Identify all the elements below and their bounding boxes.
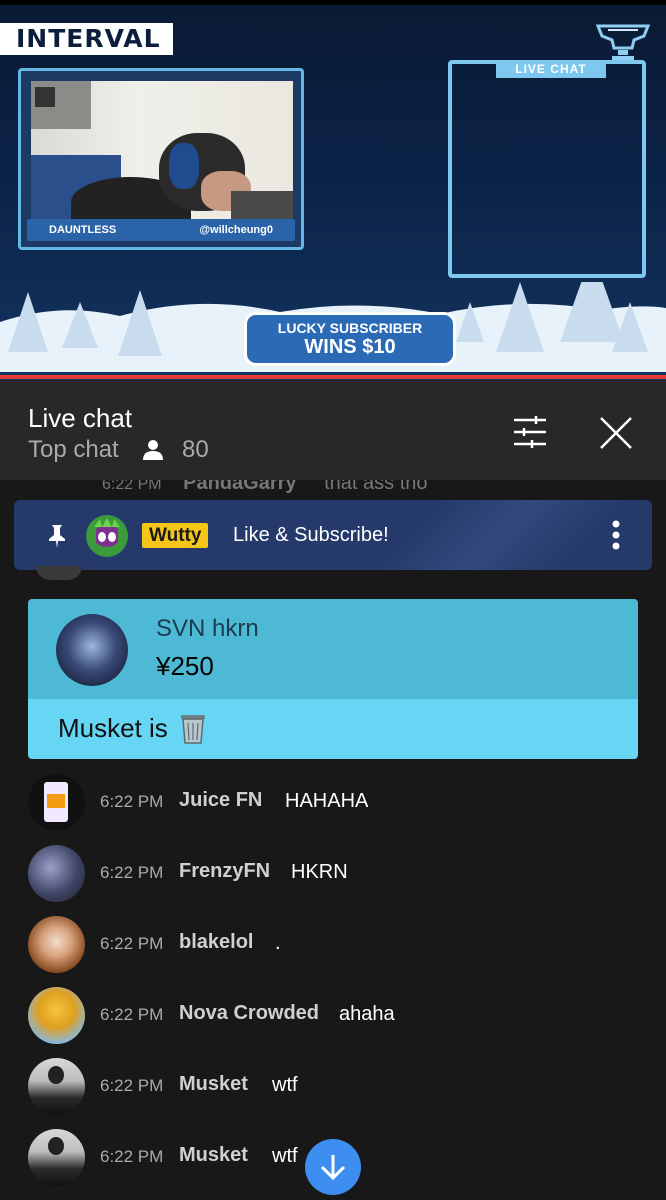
chat-message[interactable]: 6:22 PM FrenzyFN HKRN [0,843,666,903]
pin-icon [49,525,65,548]
viewer-count-value: 80 [182,436,209,463]
super-chat-message: Musket is [58,711,210,745]
super-chat-card[interactable]: SVN hkrn ¥250 Musket is [28,599,638,759]
arrow-down-icon [320,1155,346,1181]
partially-hidden-message: 6:22 PM PandaGarry that ass tho [28,480,428,495]
promo-line-1: LUCKY SUBSCRIBER [277,320,423,336]
message-time: 6:22 PM [100,792,164,811]
overlay-live-chat-label: LIVE CHAT [496,60,606,78]
message-author[interactable]: Musket [179,1144,248,1167]
pinned-message-text: Like & Subscribe! [233,524,389,546]
webcam-namebar: DAUNTLESS @willcheung0 [27,219,295,241]
musket-avatar [28,1058,85,1115]
chat-message[interactable]: 6:22 PM Nova Crowded ahaha [0,985,666,1045]
message-text: wtf [272,1145,298,1167]
person-icon [143,440,163,460]
video-player[interactable]: INTERVAL DAUNTLESS @willcheung0 LIVE CHA… [0,0,666,380]
video-progress-bar[interactable] [0,375,666,379]
message-author[interactable]: Musket [179,1073,248,1096]
wutty-cup-logo-icon [595,24,651,60]
tune-icon[interactable] [512,416,548,448]
scroll-to-bottom-button[interactable] [305,1139,361,1195]
message-time: 6:22 PM [100,863,164,882]
wutty-mascot-icon [94,518,120,547]
trash-can-icon [180,715,205,744]
promo-line-2: WINS $10 [304,336,396,358]
webcam-handle: @willcheung0 [199,224,273,236]
ghost-message: that ass tho [324,480,428,494]
super-chat-amount: ¥250 [156,651,214,681]
message-time: 6:22 PM [100,934,164,953]
ghost-author: PandaGarry [183,480,297,494]
message-text: ahaha [339,1003,395,1025]
super-chat-header: SVN hkrn ¥250 [28,599,638,699]
message-text: wtf [272,1074,298,1096]
chat-message[interactable]: 6:22 PM blakelol . [0,914,666,974]
chat-mode-selector[interactable]: Top chat [28,436,119,464]
viewer-count: 80 [142,436,209,464]
video-progress-fill [0,375,666,379]
message-author[interactable]: FrenzyFN [179,860,270,883]
super-chat-message-text: Musket is [58,712,168,743]
lucky-subscriber-banner: LUCKY SUBSCRIBER WINS $10 [244,312,456,366]
close-icon[interactable] [599,416,633,450]
super-chat-body: Musket is [28,699,638,759]
message-time: 6:22 PM [100,1005,164,1024]
webcam-feed [31,81,293,221]
wutty-owner-badge[interactable]: Wutty [142,523,209,548]
blakelol-avatar [28,916,85,973]
message-time: 6:22 PM [100,1076,164,1095]
super-chat-avatar [56,614,128,686]
message-text: HKRN [291,861,348,883]
video-top-edge [0,0,666,5]
message-text: HAHAHA [285,790,369,812]
webcam-frame: DAUNTLESS @willcheung0 [18,68,304,250]
juice-fn-avatar [28,774,85,831]
musket-avatar [28,1129,85,1186]
message-author[interactable]: Nova Crowded [179,1002,319,1025]
nova-crowded-avatar [28,987,85,1044]
super-chat-author: SVN hkrn [156,615,259,642]
message-author[interactable]: Juice FN [179,789,262,812]
overlay-live-chat-frame: LIVE CHAT [448,60,646,278]
more-vert-icon[interactable] [612,520,620,550]
message-time: 6:22 PM [100,1147,164,1166]
chat-message[interactable]: 6:22 PM Musket wtf [0,1056,666,1116]
message-text: . [275,932,281,954]
live-chat-header: Live chat Top chat 80 [0,380,666,480]
wutty-avatar [86,515,128,557]
ghost-time: 6:22 PM [102,480,162,493]
pinned-message[interactable]: Wutty Like & Subscribe! [14,500,652,570]
chat-message-list[interactable]: 6:22 PM PandaGarry that ass tho Wutty Li… [0,480,666,1200]
webcam-name: DAUNTLESS [49,224,117,236]
frenzyfn-avatar [28,845,85,902]
chat-message[interactable]: 6:22 PM Juice FN HAHAHA [0,772,666,832]
hidden-row-avatar [36,566,82,580]
overlay-interval-tag: INTERVAL [0,23,173,55]
message-author[interactable]: blakelol [179,931,253,954]
chat-title: Live chat [28,403,133,433]
